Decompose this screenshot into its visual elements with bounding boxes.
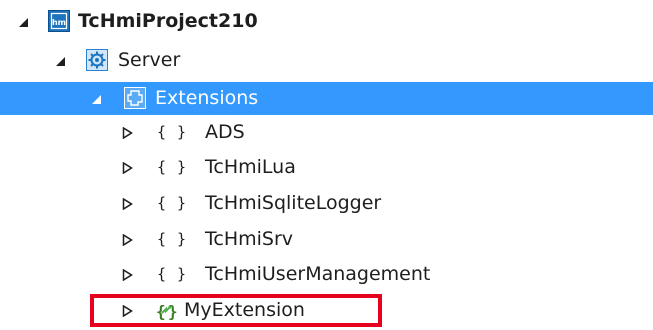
- tree-node-extension[interactable]: { } ADS: [0, 116, 653, 149]
- extensions-folder-icon: [124, 87, 146, 109]
- svg-text:hm: hm: [52, 18, 66, 27]
- braces-icon: { }: [157, 265, 188, 283]
- server-label: Server: [118, 49, 181, 71]
- expanded-arrow-icon[interactable]: [54, 55, 66, 67]
- extension-label: TcHmiUserManagement: [205, 263, 431, 285]
- braces-icon: { }: [157, 230, 188, 248]
- collapsed-arrow-icon[interactable]: [121, 162, 133, 174]
- collapsed-arrow-icon[interactable]: [121, 198, 133, 210]
- braces-icon: { }: [157, 123, 188, 141]
- collapsed-arrow-icon[interactable]: [121, 127, 133, 139]
- tree-node-extension[interactable]: { } TcHmiUserManagement: [0, 258, 653, 291]
- solution-explorer-tree: hm TcHmiProject210 Server Extensions {}…: [0, 0, 653, 330]
- tree-node-extensions[interactable]: Extensions: [0, 82, 653, 115]
- tree-node-extension[interactable]: { } TcHmiLua: [0, 151, 653, 184]
- project-label: TcHmiProject210: [78, 10, 258, 32]
- tree-node-server[interactable]: Server: [0, 44, 653, 77]
- expanded-arrow-icon[interactable]: [17, 16, 29, 28]
- hmi-project-icon: hm: [48, 10, 70, 32]
- extension-label: TcHmiSqliteLogger: [205, 192, 382, 214]
- extension-label: TcHmiLua: [205, 156, 296, 178]
- extension-label: TcHmiSrv: [205, 228, 294, 250]
- tree-node-extension[interactable]: { } TcHmiSrv: [0, 223, 653, 256]
- highlight-box: [90, 294, 382, 327]
- extensions-label: Extensions: [155, 87, 259, 109]
- braces-icon: { }: [157, 194, 188, 212]
- extension-label: ADS: [205, 121, 245, 143]
- tree-node-project[interactable]: hm TcHmiProject210: [0, 5, 653, 38]
- collapsed-arrow-icon[interactable]: [121, 269, 133, 281]
- server-gear-icon: [86, 49, 108, 71]
- collapsed-arrow-icon[interactable]: [121, 234, 133, 246]
- braces-icon: { }: [157, 158, 188, 176]
- expanded-arrow-icon[interactable]: [90, 93, 102, 105]
- tree-node-extension[interactable]: { } TcHmiSqliteLogger: [0, 187, 653, 220]
